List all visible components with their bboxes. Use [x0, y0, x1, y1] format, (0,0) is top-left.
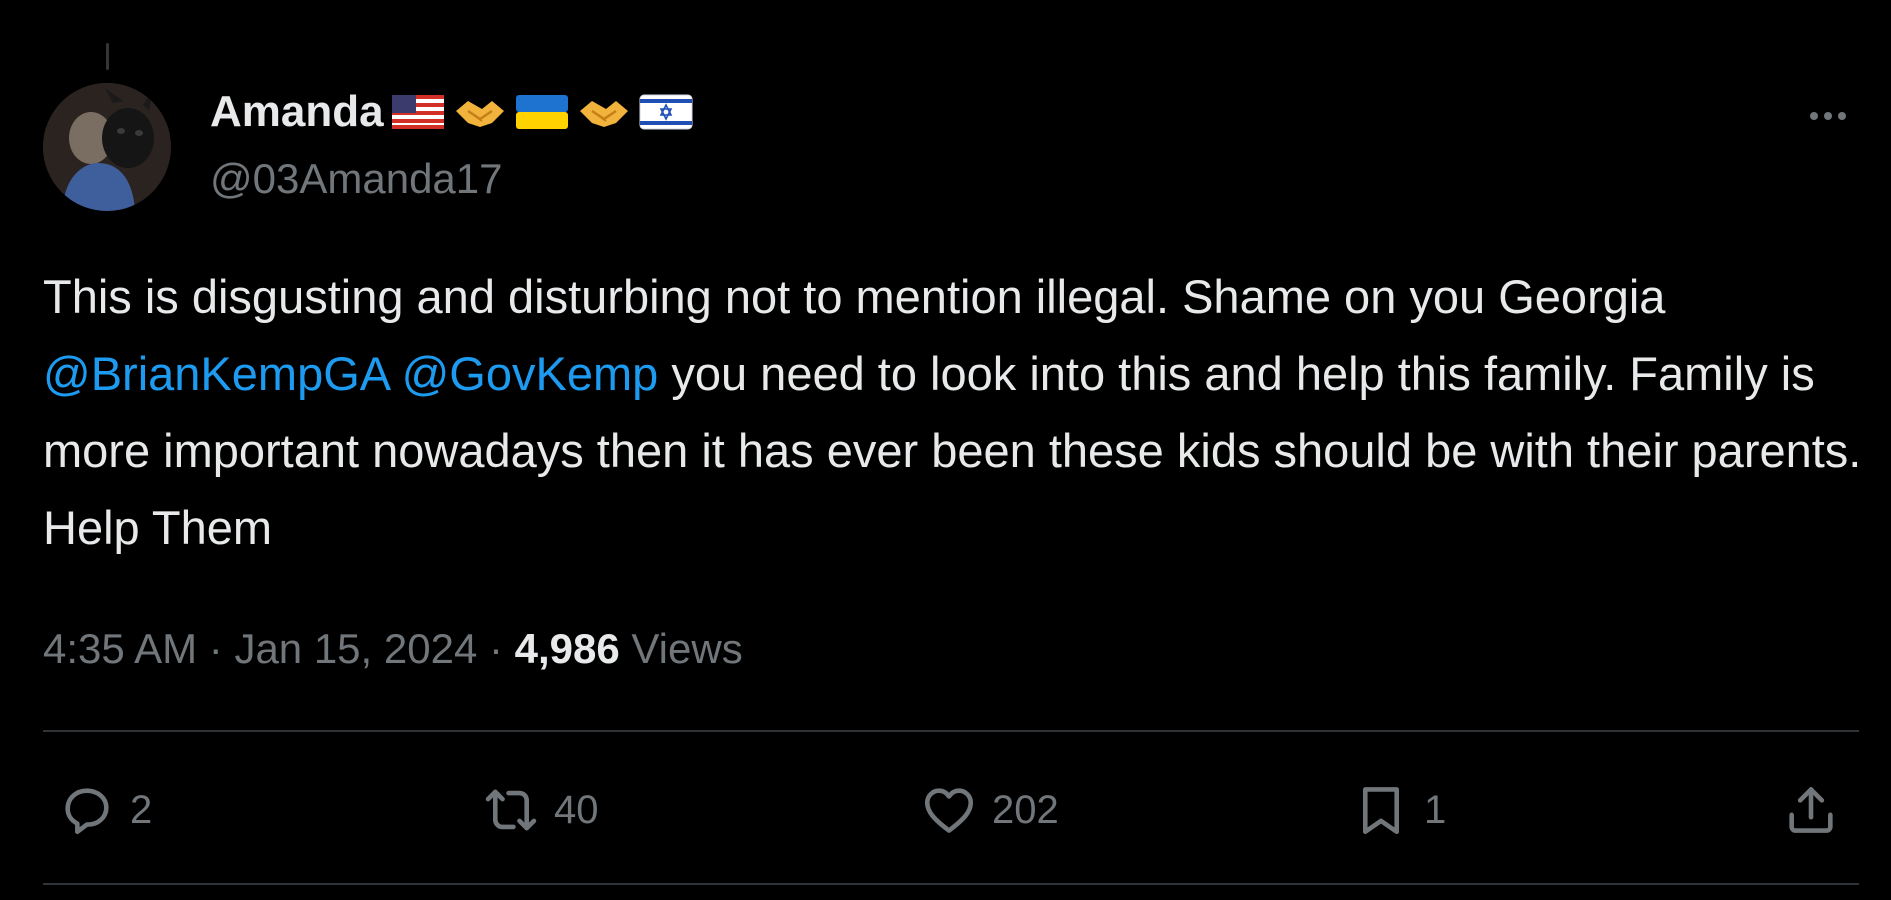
handshake-emoji [576, 89, 632, 135]
tweet-text-part: This is disgusting and disturbing not to… [43, 270, 1666, 323]
reply-icon [58, 781, 116, 839]
tweet-date[interactable]: Jan 15, 2024 [234, 625, 477, 672]
author-handle[interactable]: @03Amanda17 [210, 152, 503, 206]
heart-icon [920, 781, 978, 839]
share-icon [1782, 781, 1840, 839]
flag-ukraine-emoji [514, 89, 570, 135]
avatar-photo [43, 83, 171, 211]
more-dot-icon [1810, 112, 1818, 120]
like-count: 202 [992, 787, 1059, 832]
retweet-button[interactable]: 40 [482, 775, 599, 845]
views-count: 4,986 [514, 625, 620, 672]
tweet-text-space [389, 347, 402, 400]
meta-separator: · [477, 625, 515, 672]
flag-usa-emoji [390, 89, 446, 135]
mention-link-govkemp[interactable]: @GovKemp [402, 347, 659, 400]
mention-link-briankempga[interactable]: @BrianKempGA [43, 347, 389, 400]
bookmark-count: 1 [1424, 787, 1447, 832]
flag-israel-emoji [638, 89, 694, 135]
more-dot-icon [1838, 112, 1846, 120]
tweet-text: This is disgusting and disturbing not to… [43, 258, 1863, 566]
like-button[interactable]: 202 [920, 775, 1059, 845]
divider-bottom [43, 883, 1859, 885]
share-button[interactable] [1782, 775, 1840, 845]
meta-separator: · [197, 625, 235, 672]
handshake-emoji [452, 89, 508, 135]
retweet-count: 40 [554, 787, 599, 832]
bookmark-icon [1352, 781, 1410, 839]
tweet-time[interactable]: 4:35 AM [43, 625, 197, 672]
divider-top [43, 730, 1859, 732]
author-display-name[interactable]: Amanda [210, 88, 694, 136]
reply-count: 2 [130, 787, 153, 832]
more-dot-icon [1824, 112, 1832, 120]
retweet-icon [482, 781, 540, 839]
tweet-meta: 4:35 AM · Jan 15, 2024 · 4,986 Views [43, 620, 743, 678]
bookmark-button[interactable]: 1 [1352, 775, 1446, 845]
author-name-text: Amanda [210, 87, 384, 136]
views-label: Views [619, 625, 743, 672]
avatar[interactable] [43, 83, 171, 211]
more-options-button[interactable] [1800, 96, 1856, 136]
thread-connector-line [106, 43, 109, 70]
reply-button[interactable]: 2 [58, 775, 152, 845]
